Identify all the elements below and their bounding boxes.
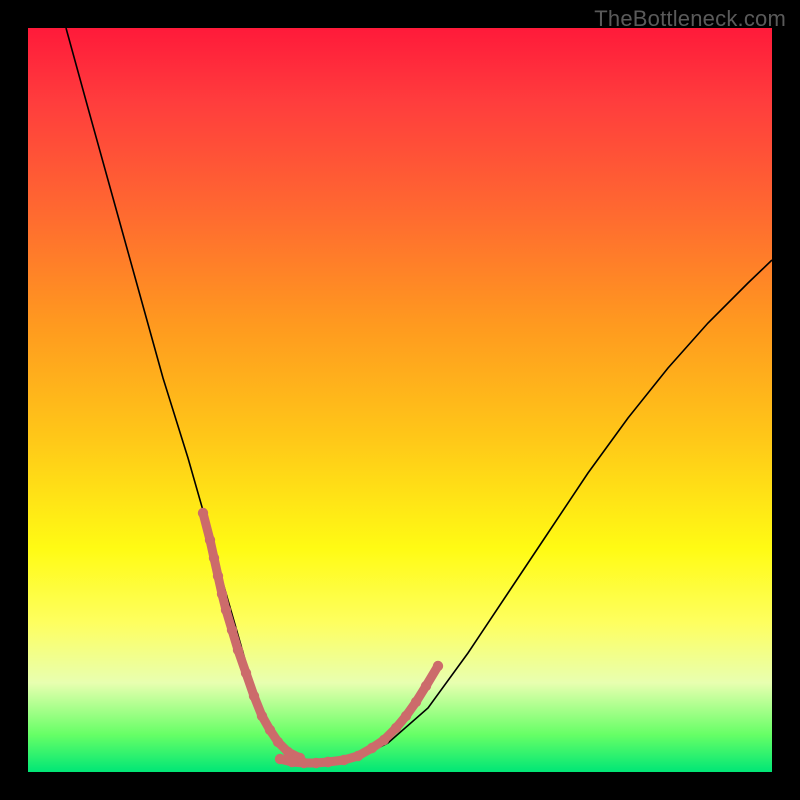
marker-dot (323, 757, 333, 767)
marker-dot (339, 755, 349, 765)
marker-dot (273, 737, 283, 747)
chart-frame: TheBottleneck.com (0, 0, 800, 800)
marker-dot (379, 735, 389, 745)
marker-dot (205, 535, 215, 545)
marker-dot (209, 553, 219, 563)
marker-dot (391, 723, 401, 733)
marker-dot (241, 668, 251, 678)
marker-dot (198, 508, 208, 518)
marker-dot (275, 754, 285, 764)
marker-dot (265, 725, 275, 735)
marker-dot (411, 697, 421, 707)
marker-dot (227, 625, 237, 635)
curve-canvas (28, 28, 772, 772)
marker-dot (353, 751, 363, 761)
marker-dot (257, 711, 267, 721)
marker-dot (233, 645, 243, 655)
marker-dot (217, 589, 227, 599)
marker-dot (367, 743, 377, 753)
marker-dot (249, 691, 259, 701)
marker-dot (311, 758, 321, 768)
marker-dot (213, 571, 223, 581)
watermark-text: TheBottleneck.com (594, 6, 786, 32)
marker-dot (287, 757, 297, 767)
marker-dot (299, 758, 309, 768)
marker-dot (421, 681, 431, 691)
plot-area (28, 28, 772, 772)
marker-dot (433, 661, 443, 671)
marker-dot (401, 711, 411, 721)
marker-layer (198, 508, 443, 768)
bottleneck-curve (66, 28, 772, 762)
marker-dot (221, 605, 231, 615)
